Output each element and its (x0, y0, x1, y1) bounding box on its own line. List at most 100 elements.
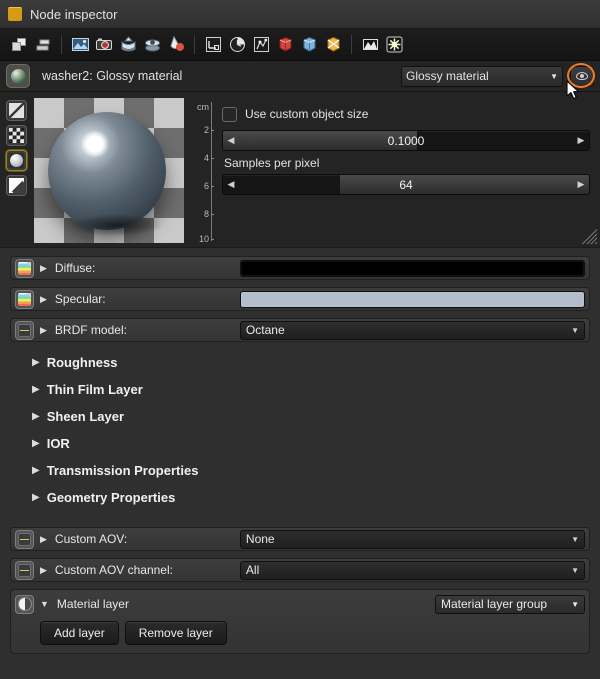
section-label: IOR (46, 436, 70, 451)
toolbar-separator (351, 35, 352, 54)
ruler-unit: cm (197, 102, 209, 112)
material-layer-buttons: Add layer Remove layer (15, 615, 585, 645)
preview-highlight (80, 131, 110, 157)
chevron-down-icon: ▼ (571, 599, 579, 609)
section-label: Roughness (46, 355, 118, 370)
expand-arrow-icon[interactable]: ▶ (32, 411, 40, 422)
section-sheen-layer[interactable]: ▶ Sheen Layer (10, 403, 590, 430)
expand-arrow-icon[interactable]: ▶ (32, 357, 40, 368)
clock-icon[interactable] (226, 34, 248, 56)
orange-cube-icon[interactable] (322, 34, 344, 56)
object-size-slider[interactable]: ◀ 0.1000 ▶ (222, 130, 590, 151)
samples-per-pixel-value: 64 (399, 177, 413, 192)
visibility-eye-icon (576, 72, 588, 80)
property-row-brdf-model[interactable]: ▶ BRDF model: Octane ▼ (10, 318, 590, 342)
resize-grip[interactable] (581, 228, 597, 244)
mode-plane-icon[interactable] (6, 175, 27, 196)
material-preview-image[interactable] (34, 98, 184, 243)
section-roughness[interactable]: ▶ Roughness (10, 349, 590, 376)
color-gradient-icon[interactable] (15, 289, 34, 309)
chevron-down-icon: ▼ (571, 565, 579, 575)
expand-arrow-icon[interactable]: ▶ (40, 534, 47, 545)
expand-arrow-icon[interactable]: ▶ (32, 465, 40, 476)
chevron-down-icon: ▼ (571, 534, 579, 544)
section-transmission-properties[interactable]: ▶ Transmission Properties (10, 457, 590, 484)
custom-aov-label: Custom AOV: (54, 532, 128, 546)
section-label: Thin Film Layer (46, 382, 143, 397)
section-geometry-properties[interactable]: ▶ Geometry Properties (10, 484, 590, 511)
ruler-tick: 2 (203, 125, 209, 135)
material-layer-header[interactable]: ▼ Material layer Material layer group ▼ (15, 593, 585, 615)
use-custom-object-size-label: Use custom object size (245, 107, 369, 121)
expand-arrow-icon[interactable]: ▶ (40, 294, 47, 305)
brdf-model-select[interactable]: Octane ▼ (239, 320, 585, 340)
samples-per-pixel-slider[interactable]: ◀ 64 ▶ (222, 174, 590, 195)
section-ior[interactable]: ▶ IOR (10, 430, 590, 457)
window-titlebar: Node inspector (0, 0, 600, 29)
red-cube-icon[interactable] (274, 34, 296, 56)
property-row-diffuse[interactable]: ▶ Diffuse: (10, 256, 590, 280)
arrow-left-icon[interactable]: ◀ (223, 135, 239, 146)
list-icon[interactable] (15, 529, 34, 549)
material-preview-panel: cm 2 4 6 8 10 Use custom object size ◀ 0… (0, 92, 600, 248)
samples-per-pixel-label: Samples per pixel (224, 156, 320, 170)
material-type-select[interactable]: Glossy material ▼ (401, 65, 563, 87)
remove-layer-button[interactable]: Remove layer (124, 621, 227, 645)
list-icon[interactable] (15, 560, 34, 580)
property-row-specular[interactable]: ▶ Specular: (10, 287, 590, 311)
custom-aov-select[interactable]: None ▼ (239, 529, 585, 549)
list-icon[interactable] (15, 320, 34, 340)
property-row-custom-aov[interactable]: ▶ Custom AOV: None ▼ (10, 527, 590, 551)
use-custom-object-size-row[interactable]: Use custom object size (222, 104, 590, 124)
mode-sphere-icon[interactable] (6, 150, 27, 171)
transform-icon[interactable] (202, 34, 224, 56)
toolbar-separator (194, 35, 195, 54)
histogram-icon[interactable] (359, 34, 381, 56)
custom-aov-channel-value: All (245, 563, 260, 577)
collapse-arrow-icon[interactable]: ▼ (40, 599, 49, 609)
mode-checker-icon[interactable] (6, 125, 27, 146)
preview-ruler: cm 2 4 6 8 10 (184, 98, 214, 247)
material-layer-group-value: Material layer group (441, 597, 548, 611)
ruler-tick: 8 (203, 209, 209, 219)
expand-arrow-icon[interactable]: ▶ (32, 384, 40, 395)
property-row-custom-aov-channel[interactable]: ▶ Custom AOV channel: All ▼ (10, 558, 590, 582)
camera-icon[interactable] (93, 34, 115, 56)
specular-color-swatch[interactable] (239, 290, 585, 308)
light-icon[interactable] (383, 34, 405, 56)
material-type-value: Glossy material (406, 69, 489, 83)
save-render-icon[interactable] (117, 34, 139, 56)
expand-arrow-icon[interactable]: ▶ (32, 438, 40, 449)
expand-arrow-icon[interactable]: ▶ (32, 492, 40, 503)
arrow-left-icon[interactable]: ◀ (223, 179, 239, 190)
custom-aov-channel-select[interactable]: All ▼ (239, 560, 585, 580)
material-layer-group-select[interactable]: Material layer group ▼ (435, 594, 585, 614)
brdf-model-label: BRDF model: (54, 323, 127, 337)
specular-label: Specular: (54, 292, 106, 306)
use-custom-object-size-checkbox[interactable] (222, 106, 237, 122)
expand-arrow-icon[interactable]: ▶ (40, 325, 47, 336)
ruler-tick: 6 (203, 181, 209, 191)
load-render-icon[interactable] (141, 34, 163, 56)
ruler-tick: 4 (203, 153, 209, 163)
mode-none-icon[interactable] (6, 100, 27, 121)
arrow-right-icon[interactable]: ▶ (573, 135, 589, 146)
network-icon[interactable] (250, 34, 272, 56)
section-thin-film-layer[interactable]: ▶ Thin Film Layer (10, 376, 590, 403)
duplicate-nodes-icon[interactable] (8, 34, 30, 56)
section-label: Sheen Layer (46, 409, 125, 424)
expand-arrow-icon[interactable]: ▶ (40, 565, 47, 576)
diffuse-color-swatch[interactable] (239, 259, 585, 277)
color-drop-icon[interactable] (165, 34, 187, 56)
align-nodes-icon[interactable] (32, 34, 54, 56)
preview-settings: Use custom object size ◀ 0.1000 ▶ Sample… (214, 98, 600, 247)
material-layer-icon[interactable] (15, 594, 34, 614)
node-header: washer2: Glossy material Glossy material… (0, 61, 600, 92)
blue-cube-icon[interactable] (298, 34, 320, 56)
arrow-right-icon[interactable]: ▶ (573, 179, 589, 190)
image-icon[interactable] (69, 34, 91, 56)
color-gradient-icon[interactable] (15, 258, 34, 278)
add-layer-button[interactable]: Add layer (40, 621, 119, 645)
material-sphere-icon (6, 64, 30, 88)
expand-arrow-icon[interactable]: ▶ (40, 263, 47, 274)
